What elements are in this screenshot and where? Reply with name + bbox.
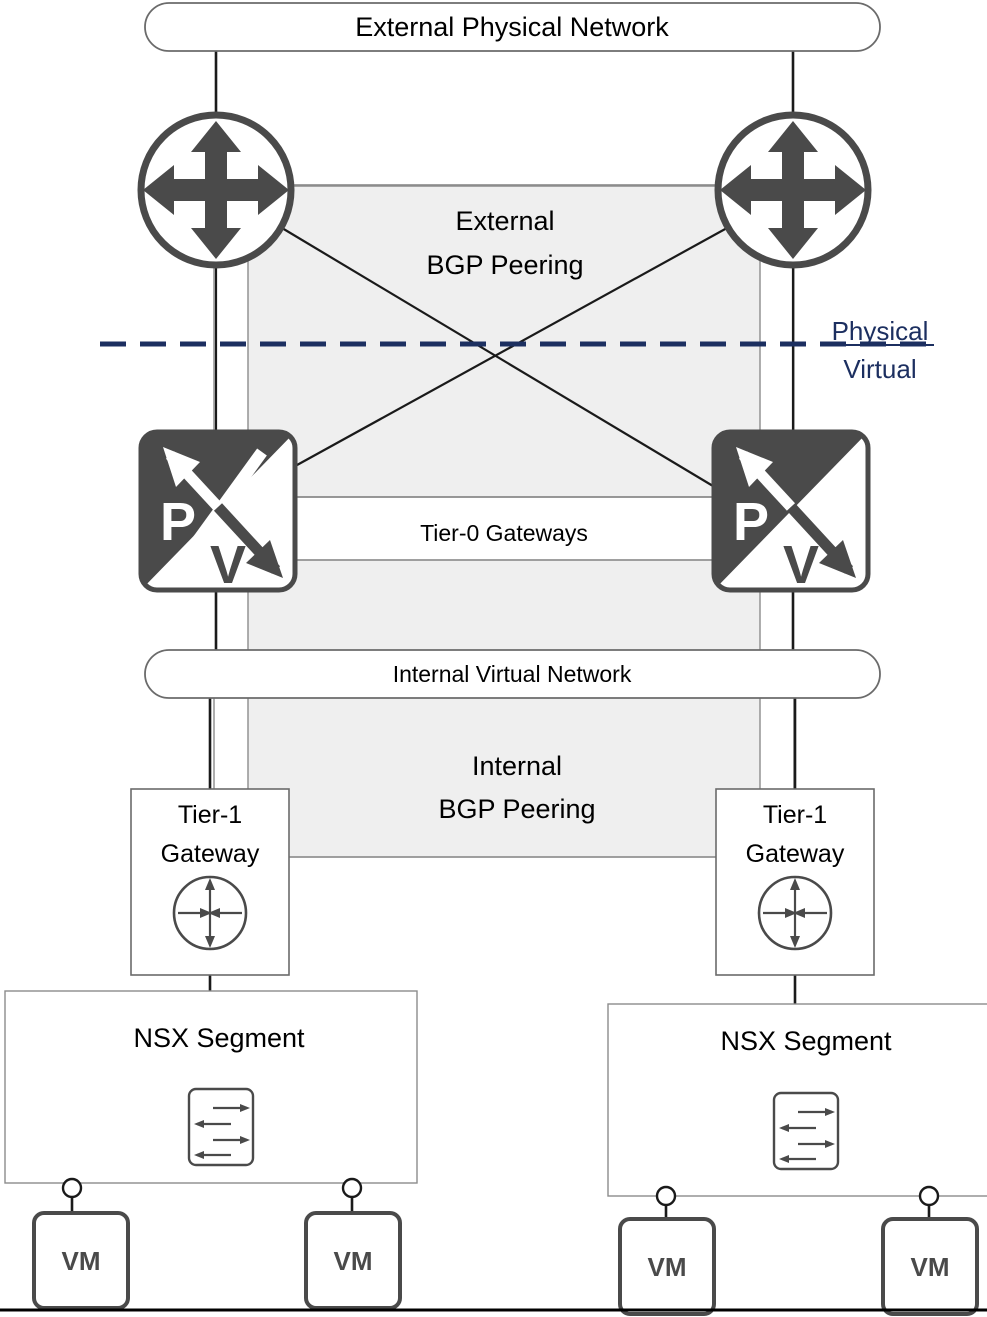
nsx-segment-left-label: NSX Segment	[133, 1023, 305, 1053]
tier0-left-physical-glyph: P	[160, 492, 196, 552]
tier1-gateway-right: Tier-1 Gateway	[715, 788, 875, 976]
nsx-segment-right: NSX Segment VM VM	[607, 1003, 987, 1316]
vm-right-2: VM	[881, 1217, 979, 1316]
tier0-right-physical-glyph: P	[733, 492, 769, 552]
vm-label: VM	[911, 1252, 950, 1282]
vm-left-2: VM	[304, 1211, 402, 1310]
external-bgp-peering-line2: BGP Peering	[426, 250, 583, 280]
tier1-router-icon	[757, 875, 833, 951]
vm-left-1: VM	[32, 1211, 130, 1310]
nsx-segment-right-label: NSX Segment	[720, 1026, 892, 1056]
internal-bgp-peering-line2: BGP Peering	[438, 794, 595, 824]
tier0-gateway-right: P V	[711, 429, 871, 595]
boundary-physical-label: Physical	[832, 316, 929, 346]
tier0-left-virtual-glyph: V	[210, 535, 246, 595]
physical-router-right	[714, 111, 872, 269]
nsx-topology-diagram: External Physical Network External BGP P…	[0, 2, 987, 1316]
tier0-gateways-label: Tier-0 Gateways	[420, 520, 588, 546]
boundary-virtual-label: Virtual	[843, 354, 916, 384]
vm-label: VM	[62, 1246, 101, 1276]
tier0-right-virtual-glyph: V	[783, 535, 819, 595]
tier1-left-line2: Gateway	[161, 840, 260, 868]
tier1-router-icon	[172, 875, 248, 951]
internal-bgp-peering-line1: Internal	[472, 751, 562, 781]
switch-icon	[187, 1087, 255, 1167]
external-physical-network-label: External Physical Network	[355, 12, 669, 42]
physical-router-left	[137, 111, 295, 269]
vnic-connector	[918, 1185, 940, 1207]
external-bgp-peering-line1: External	[455, 206, 554, 236]
tier1-right-line2: Gateway	[746, 840, 845, 868]
vnic-connector	[341, 1177, 363, 1199]
vnic-connector	[655, 1185, 677, 1207]
internal-virtual-network-label: Internal Virtual Network	[393, 661, 632, 687]
tier0-gateway-left: P V	[138, 429, 298, 595]
vm-label: VM	[648, 1252, 687, 1282]
tier1-left-line1: Tier-1	[178, 801, 242, 829]
switch-icon	[772, 1091, 840, 1171]
vm-right-1: VM	[618, 1217, 716, 1316]
tier1-gateway-left: Tier-1 Gateway	[130, 788, 290, 976]
vm-label: VM	[334, 1246, 373, 1276]
vnic-connector	[61, 1177, 83, 1199]
nsx-segment-left: NSX Segment VM VM	[4, 990, 418, 1310]
tier1-right-line1: Tier-1	[763, 801, 827, 829]
